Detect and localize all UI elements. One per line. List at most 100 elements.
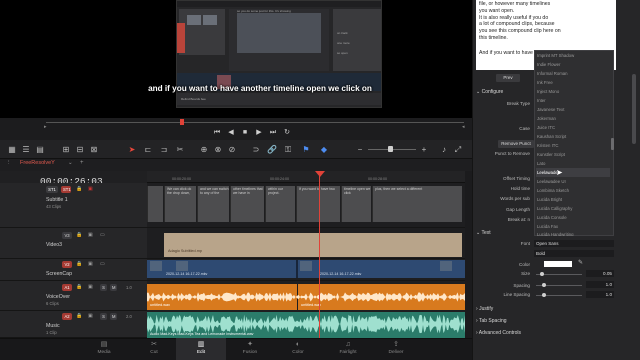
auto-select-icon[interactable]: ▣ [88, 284, 93, 290]
tab-spacing-section-header[interactable]: › Tab Spacing [476, 318, 507, 324]
lock-icon[interactable]: 🔒 [76, 261, 82, 267]
insert-edit-icon[interactable]: ⊕ [198, 144, 210, 155]
inspector-scrollbar[interactable] [632, 74, 636, 144]
configure-section-header[interactable]: ⌄ Configure [476, 89, 503, 95]
auto-select-icon[interactable]: ▣ [88, 232, 93, 238]
layout-icon[interactable]: ▦ [6, 144, 18, 155]
monitor-icon[interactable]: ▭ [100, 232, 105, 238]
font-option[interactable]: Leelawadee UI [536, 177, 610, 186]
font-list-scrollbar[interactable] [611, 138, 614, 150]
scrubber-track[interactable] [46, 122, 464, 123]
font-option[interactable]: Lato [536, 159, 610, 168]
eyedropper-icon[interactable]: ✎ [578, 259, 583, 266]
scrubber-bar[interactable] [0, 118, 472, 128]
advanced-controls-section-header[interactable]: › Advanced Controls [476, 330, 521, 336]
reverse-play-icon[interactable]: ◀ [226, 128, 236, 138]
track-header-v3[interactable] [0, 228, 147, 259]
subtitle-clip[interactable]: within our project. [265, 186, 295, 222]
font-option[interactable]: Lombima Sketch [536, 186, 610, 195]
dynamic-trim-icon[interactable]: ⊐ [158, 144, 170, 155]
monitor-icon[interactable]: ▭ [100, 261, 105, 267]
timeline-playhead[interactable] [319, 172, 320, 338]
trim-tool-icon[interactable]: ⊏ [142, 144, 154, 155]
selection-tool-icon[interactable]: ➤ [126, 144, 138, 155]
font-option[interactable]: Kunstler Script [536, 150, 610, 159]
font-option[interactable]: Inter [536, 96, 610, 105]
font-option[interactable]: Imprint MT Shadow [536, 51, 610, 60]
track-header-a1[interactable] [0, 281, 147, 311]
subtitle-clip[interactable]: If you want to have two [296, 186, 340, 222]
font-select[interactable]: Open Sans [534, 240, 614, 247]
subtitle-clip[interactable]: and we can switch to any of the [197, 186, 229, 222]
stop-icon[interactable]: ■ [240, 128, 250, 138]
flag-icon[interactable]: ⚑ [300, 144, 312, 155]
position-lock-icon[interactable]: ⚿ [282, 144, 294, 155]
font-option[interactable]: Juice ITC [536, 123, 610, 132]
font-option[interactable]: Kaushan Script [536, 132, 610, 141]
subtitle-clip[interactable]: plus, then we select a different [372, 186, 462, 222]
snap-view-icon[interactable]: ▤ [34, 144, 46, 155]
mute-button[interactable]: M [110, 284, 117, 291]
page-cut[interactable]: ✂ Cut [124, 338, 184, 360]
timeline-tab[interactable]: FreeResolveY [20, 160, 55, 166]
subtitle-text-editor[interactable]: file, or however many timelines you want… [476, 0, 616, 48]
page-deliver[interactable]: ⇪ Deliver [366, 338, 426, 360]
subtitle-clip[interactable]: We can click ok the drop down, [164, 186, 196, 222]
font-option[interactable]: Lucida Handwriting [536, 230, 610, 236]
color-swatch[interactable] [544, 261, 572, 267]
play-icon[interactable]: ▶ [254, 128, 264, 138]
timeline-ruler[interactable] [147, 171, 465, 183]
auto-select-icon[interactable]: ▣ [88, 313, 93, 319]
replace-clip-icon[interactable]: ⊠ [88, 144, 100, 155]
font-option[interactable]: Ink Free [536, 78, 610, 87]
overwrite-clip-icon[interactable]: ⊟ [74, 144, 86, 155]
fullscreen-icon[interactable]: ⤢ [452, 144, 464, 155]
font-option[interactable]: Lucida Bright [536, 195, 610, 204]
track-header-a2[interactable] [0, 311, 147, 338]
zoom-in-icon[interactable]: + [418, 144, 430, 155]
scrubber-playhead[interactable] [180, 119, 184, 125]
font-style-select[interactable]: Bold [534, 250, 614, 257]
subtitle-clip[interactable] [147, 186, 163, 222]
spacing-slider-knob[interactable] [542, 283, 546, 287]
line-spacing-input[interactable]: 1.0 [586, 291, 614, 298]
zoom-slider-knob[interactable] [388, 146, 393, 152]
font-option-selected[interactable]: Leelawadee [536, 168, 610, 177]
solo-button[interactable]: S [100, 284, 107, 291]
overwrite-edit-icon[interactable]: ⊗ [212, 144, 224, 155]
track-header-v2[interactable] [0, 259, 147, 281]
volume-icon[interactable]: ♪ [438, 144, 450, 155]
prev-button[interactable]: Prev [496, 74, 520, 82]
replace-edit-icon[interactable]: ⊘ [226, 144, 238, 155]
solo-button[interactable]: S [100, 313, 107, 320]
timeline-playhead-handle[interactable] [315, 171, 325, 177]
auto-select-icon[interactable]: ▣ [88, 261, 93, 267]
font-option[interactable]: Informal Roman [536, 69, 610, 78]
linked-selection-icon[interactable]: 🔗 [266, 144, 278, 155]
line-spacing-slider-knob[interactable] [542, 293, 546, 297]
text-section-header[interactable]: ⌄ Text [476, 230, 491, 236]
justify-section-header[interactable]: › Justify [476, 306, 493, 312]
lock-icon[interactable]: 🔒 [76, 232, 82, 238]
timeline-menu-icon[interactable]: ⋮ [6, 160, 12, 166]
lock-icon[interactable]: 🔒 [76, 284, 82, 290]
mute-button[interactable]: M [110, 313, 117, 320]
subtitle-clip[interactable]: other timelines that we have in [230, 186, 264, 222]
size-input[interactable]: 0.05 [586, 270, 614, 277]
remove-punct-button[interactable]: Remove Punct [498, 140, 534, 148]
insert-clip-icon[interactable]: ⊞ [60, 144, 72, 155]
video3-clip[interactable] [164, 233, 462, 257]
font-option[interactable]: Indie Flower [536, 60, 610, 69]
font-option[interactable]: Kristen ITC [536, 141, 610, 150]
loop-icon[interactable]: ↻ [282, 128, 292, 138]
size-slider-knob[interactable] [540, 272, 544, 276]
spacing-input[interactable]: 1.0 [586, 281, 614, 288]
subtitle-clip[interactable]: timeline open we click [341, 186, 371, 222]
monitor-off-icon[interactable]: ▣ [88, 186, 93, 192]
lock-icon[interactable]: 🔒 [76, 186, 82, 192]
track-header-st1[interactable] [0, 183, 147, 228]
tab-dropdown-icon[interactable]: ⌄ [68, 160, 73, 166]
font-option[interactable]: Inject Mono [536, 87, 610, 96]
track-view-icon[interactable]: ☰ [20, 144, 32, 155]
font-option[interactable]: Lucida Console [536, 213, 610, 222]
